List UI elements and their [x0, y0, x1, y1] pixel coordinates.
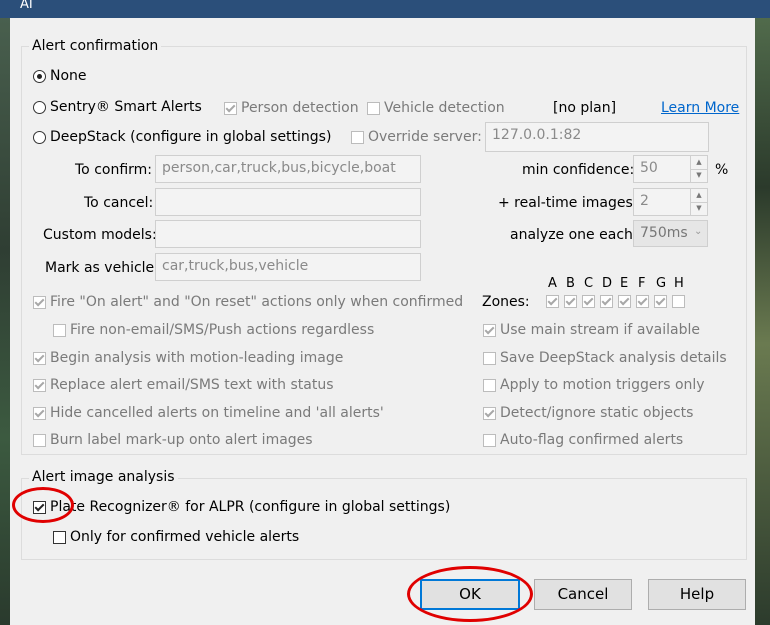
none-label: None [50, 68, 87, 84]
person-detection-checkbox[interactable] [224, 102, 237, 115]
ai-dialog: Alert confirmation None Sentry® Smart Al… [10, 18, 755, 625]
alert-image-analysis-legend: Alert image analysis [29, 469, 178, 485]
to-cancel-input[interactable] [155, 188, 421, 216]
deepstack-label: DeepStack (configure in global settings) [50, 129, 332, 145]
option-label: Apply to motion triggers only [500, 377, 705, 393]
option-checkbox[interactable] [483, 324, 496, 337]
option-checkbox[interactable] [483, 379, 496, 392]
zone-letter: D [602, 276, 613, 291]
option-checkbox[interactable] [33, 434, 46, 447]
analyze-one-each-select[interactable]: 750ms ⌄ [633, 220, 708, 247]
alert-confirmation-legend: Alert confirmation [29, 38, 162, 54]
spin-up-icon[interactable]: ▲ [690, 189, 707, 203]
chevron-down-icon: ⌄ [694, 226, 703, 237]
vehicle-detection-checkbox[interactable] [367, 102, 380, 115]
vehicle-detection-label: Vehicle detection [384, 100, 505, 116]
cancel-button[interactable]: Cancel [534, 579, 632, 610]
zone-letter: B [566, 276, 575, 291]
none-radio[interactable] [33, 70, 46, 83]
option-label: Begin analysis with motion-leading image [50, 350, 344, 366]
option-checkbox[interactable] [53, 324, 66, 337]
option-checkbox[interactable] [33, 296, 46, 309]
option-label: Fire "On alert" and "On reset" actions o… [50, 294, 464, 310]
spin-up-icon[interactable]: ▲ [690, 156, 707, 170]
spin-down-icon[interactable]: ▼ [690, 169, 707, 182]
realtime-images-spinner[interactable]: 2 ▲ ▼ [633, 188, 708, 216]
zone-letter: C [584, 276, 594, 291]
zone-checkbox-a[interactable] [546, 295, 559, 308]
to-confirm-label: To confirm: [75, 162, 153, 178]
option-label: Fire non-email/SMS/Push actions regardle… [70, 322, 375, 338]
override-server-label: Override server: [368, 129, 482, 145]
zone-checkbox-d[interactable] [600, 295, 613, 308]
option-checkbox[interactable] [33, 352, 46, 365]
mark-as-vehicle-input[interactable]: car,truck,bus,vehicle [155, 253, 421, 281]
learn-more-link[interactable]: Learn More [661, 100, 739, 116]
custom-models-label: Custom models: [43, 227, 157, 243]
zone-letter: F [638, 276, 646, 291]
zone-checkbox-f[interactable] [636, 295, 649, 308]
min-confidence-spinner[interactable]: 50 ▲ ▼ [633, 155, 708, 183]
background-left [0, 0, 10, 625]
zone-letter: G [656, 276, 667, 291]
option-checkbox[interactable] [483, 407, 496, 420]
custom-models-input[interactable] [155, 220, 421, 248]
mark-as-vehicle-label: Mark as vehicle: [45, 260, 159, 276]
plan-status: [no plan] [553, 100, 617, 116]
deepstack-radio[interactable] [33, 131, 46, 144]
title-bar: AI [0, 0, 770, 18]
plate-recognizer-checkbox[interactable] [33, 501, 46, 514]
spin-down-icon[interactable]: ▼ [690, 202, 707, 215]
only-confirmed-vehicle-checkbox[interactable] [53, 531, 66, 544]
zone-letter: E [620, 276, 629, 291]
ok-button[interactable]: OK [420, 579, 520, 610]
sentry-label: Sentry® Smart Alerts [50, 99, 202, 115]
option-checkbox[interactable] [33, 407, 46, 420]
sentry-radio[interactable] [33, 101, 46, 114]
min-confidence-unit: % [715, 162, 729, 178]
option-label: Hide cancelled alerts on timeline and 'a… [50, 405, 384, 421]
option-label: Use main stream if available [500, 322, 701, 338]
person-detection-label: Person detection [241, 100, 359, 116]
zones-label: Zones: [482, 294, 530, 310]
realtime-images-label: + real-time images: [498, 195, 638, 211]
zone-checkbox-e[interactable] [618, 295, 631, 308]
option-checkbox[interactable] [483, 352, 496, 365]
background-right [755, 0, 770, 625]
to-confirm-input[interactable]: person,car,truck,bus,bicycle,boat [155, 155, 421, 183]
min-confidence-value: 50 [640, 160, 658, 176]
option-label: Auto-flag confirmed alerts [500, 432, 684, 448]
help-button[interactable]: Help [648, 579, 746, 610]
option-label: Detect/ignore static objects [500, 405, 694, 421]
min-confidence-label: min confidence: [522, 162, 635, 178]
option-checkbox[interactable] [33, 379, 46, 392]
window-title: AI [20, 0, 33, 12]
override-server-checkbox[interactable] [351, 131, 364, 144]
alert-image-analysis-group [21, 478, 747, 560]
zone-checkbox-c[interactable] [582, 295, 595, 308]
analyze-one-each-value: 750ms [640, 225, 688, 241]
zone-letter: H [674, 276, 684, 291]
zone-letter: A [548, 276, 557, 291]
option-label: Burn label mark-up onto alert images [50, 432, 313, 448]
realtime-images-value: 2 [640, 193, 649, 209]
zone-checkbox-h[interactable] [672, 295, 685, 308]
to-cancel-label: To cancel: [84, 195, 154, 211]
zone-checkbox-g[interactable] [654, 295, 667, 308]
plate-recognizer-label: Plate Recognizer® for ALPR (configure in… [50, 499, 451, 515]
analyze-one-each-label: analyze one each: [510, 227, 638, 243]
option-label: Save DeepStack analysis details [500, 350, 727, 366]
zone-checkbox-b[interactable] [564, 295, 577, 308]
override-server-input[interactable]: 127.0.0.1:82 [485, 122, 709, 152]
only-confirmed-vehicle-label: Only for confirmed vehicle alerts [70, 529, 300, 545]
option-checkbox[interactable] [483, 434, 496, 447]
option-label: Replace alert email/SMS text with status [50, 377, 334, 393]
